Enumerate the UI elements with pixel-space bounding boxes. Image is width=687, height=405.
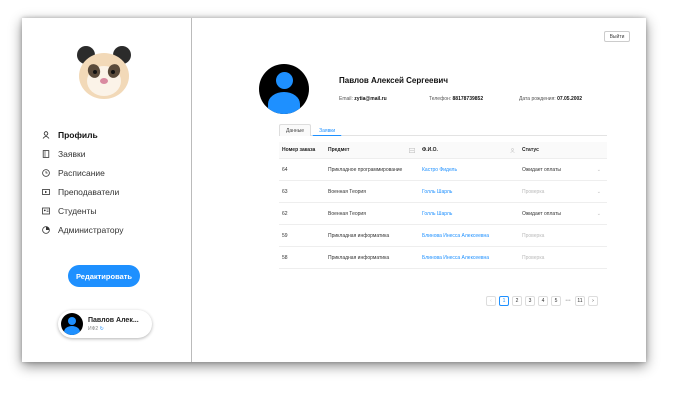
status-select[interactable]: Проверка [519,233,607,239]
edit-profile-button[interactable]: Редактировать [68,265,140,287]
pagination-page-5[interactable]: 5 [551,296,561,306]
status-value: Ожидает оплаты [522,210,561,217]
sidebar-item-schedule[interactable]: Расписание [42,163,123,182]
cell-subject: Военная Теория [328,188,366,195]
tab-requests[interactable]: Заявки [312,124,343,136]
status-select[interactable]: Проверка [519,255,607,261]
chevron-down-icon: ⌄ [596,188,601,195]
sidebar-item-admin[interactable]: Администратору [42,220,123,239]
cell-subject: Военная Теория [328,210,366,217]
cell-person-link[interactable]: Блинова Инесса Алексеевна [419,233,519,239]
requests-table: Номер заказа Предмет Ф.И.О. Статус 64 Пр… [279,142,607,269]
profile-avatar [259,64,309,114]
cell-subject: Прикладная информатика [328,232,390,239]
cell-order-id: 64 [282,166,288,173]
sidebar-item-label: Заявки [58,148,86,159]
sidebar: Профиль Заявки Расписание Преподаватели [22,18,192,362]
status-value: Проверка [522,188,545,195]
current-user-card[interactable]: Павлов Алек... ИФ2 ↻ [58,310,152,338]
pagination-next-button[interactable]: › [588,296,598,306]
pagination-page-3[interactable]: 3 [525,296,535,306]
status-select[interactable]: Проверка ⌄ [519,189,607,195]
table-row: 64 Прикладное программирование Кастро Фи… [279,159,607,181]
user-icon [42,130,50,139]
sidebar-item-profile[interactable]: Профиль [42,125,123,144]
cell-order-id: 59 [282,232,288,239]
table-row: 59 Прикладная информатика Блинова Инесса… [279,225,607,247]
status-select[interactable]: Ожидает оплаты ⌄ [519,167,607,173]
profile-email: Email: zytia@mail.ru [339,96,387,102]
pagination-page-2[interactable]: 2 [512,296,522,306]
video-icon [42,188,50,196]
table-row: 62 Военная Теория Голль Шарль Ожидает оп… [279,203,607,225]
chevron-down-icon: ⌄ [596,166,601,173]
sidebar-item-label: Администратору [58,224,124,235]
column-header-subject: Предмет [325,147,419,153]
profile-phone: Телефон: 88178739852 [429,96,484,102]
sidebar-item-label: Студенты [58,205,97,216]
cell-order-id: 63 [282,188,288,195]
status-select[interactable]: Ожидает оплаты ⌄ [519,211,607,217]
cell-subject: Прикладное программирование [328,166,403,173]
sidebar-item-label: Профиль [58,129,98,140]
pagination-page-last[interactable]: 11 [575,296,585,306]
tab-data[interactable]: Данные [279,124,312,136]
cell-person-link[interactable]: Блинова Инесса Алексеевна [419,255,519,261]
user-card-group: ИФ2 ↻ [88,325,104,332]
app-window: Профиль Заявки Расписание Преподаватели [22,18,646,362]
clock-icon [42,168,50,177]
main-content: Выйти Павлов Алексей Сергеевич Email: zy… [193,18,646,362]
profile-name: Павлов Алексей Сергеевич [339,76,448,85]
sync-icon: ↻ [99,325,104,332]
column-header-status: Статус [522,147,539,153]
sidebar-item-label: Расписание [58,167,105,178]
status-value: Ожидает оплаты [522,166,561,173]
sidebar-item-students[interactable]: Студенты [42,201,123,220]
cell-subject: Прикладная информатика [328,254,390,261]
panda-logo-icon [77,46,131,99]
column-header-order: Номер заказа [282,147,316,153]
document-icon [42,149,50,158]
filter-person-icon[interactable] [510,147,515,153]
pagination: ‹ 1 2 3 4 5 ••• 11 › [486,296,601,306]
cell-person-link[interactable]: Кастро Фидель [419,167,519,173]
logout-button[interactable]: Выйти [604,31,630,42]
profile-dob: Дата рождения: 07.05.2002 [519,96,583,102]
table-header: Номер заказа Предмет Ф.И.О. Статус [279,142,607,159]
cell-order-id: 58 [282,254,288,261]
pagination-page-4[interactable]: 4 [538,296,548,306]
status-value: Проверка [522,232,545,239]
pagination-prev-button[interactable]: ‹ [486,296,496,306]
sidebar-nav: Профиль Заявки Расписание Преподаватели [42,125,123,239]
sidebar-item-teachers[interactable]: Преподаватели [42,182,123,201]
chevron-down-icon: ⌄ [596,210,601,217]
column-header-person: Ф.И.О. [419,147,519,153]
profile-tabs: Данные Заявки [279,124,607,136]
sidebar-item-label: Преподаватели [58,186,120,197]
status-value: Проверка [522,254,545,261]
user-card-name: Павлов Алек... [88,316,139,324]
pagination-ellipsis[interactable]: ••• [564,296,572,306]
pie-chart-icon [42,225,50,234]
pagination-page-1[interactable]: 1 [499,296,509,306]
id-card-icon [42,207,50,215]
avatar [61,313,83,335]
cell-person-link[interactable]: Голль Шарль [419,211,519,217]
filter-list-icon[interactable] [409,147,415,153]
table-row: 58 Прикладная информатика Блинова Инесса… [279,247,607,269]
sidebar-item-requests[interactable]: Заявки [42,144,123,163]
cell-person-link[interactable]: Голль Шарль [419,189,519,195]
table-row: 63 Военная Теория Голль Шарль Проверка ⌄ [279,181,607,203]
cell-order-id: 62 [282,210,288,217]
